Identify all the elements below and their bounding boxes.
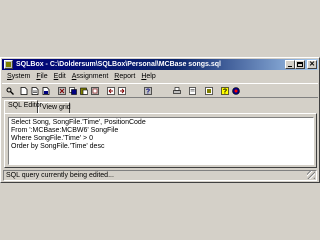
move-right-icon (118, 87, 126, 95)
sql-line: Order by SongFile.'Time' desc (11, 143, 105, 150)
sql-line: From ':MCBase:MCBW6' SongFile (11, 127, 119, 134)
move-right-button[interactable] (117, 86, 127, 96)
sql-editor-textarea[interactable]: Select Song, SongFile.'Time', PositionCo… (8, 117, 314, 165)
toolbar: ? ? (2, 83, 318, 98)
cut-button[interactable] (57, 86, 67, 96)
tab-panel: Select Song, SongFile.'Time', PositionCo… (4, 113, 317, 168)
maximize-button[interactable] (295, 60, 305, 69)
close-icon: ✕ (309, 61, 315, 68)
new-button[interactable] (19, 86, 29, 96)
find-button[interactable] (5, 86, 15, 96)
about-button[interactable] (231, 86, 241, 96)
menu-assignment[interactable]: Assignment (69, 72, 112, 82)
cut-icon (58, 87, 66, 95)
help-search-icon: ? (144, 87, 152, 95)
close-button[interactable]: ✕ (307, 60, 317, 69)
paste-button[interactable] (79, 86, 89, 96)
copy-icon (69, 87, 77, 95)
tab-view-grid[interactable]: View grid (38, 102, 71, 113)
print-button[interactable] (172, 86, 182, 96)
app-icon[interactable] (4, 60, 13, 69)
new-document-icon (20, 87, 28, 95)
menu-edit[interactable]: Edit (51, 72, 69, 82)
tab-sql-editor[interactable]: SQL Editor (4, 100, 42, 113)
open-document-icon (31, 87, 39, 95)
save-button[interactable] (41, 86, 51, 96)
print-preview-icon (189, 87, 196, 95)
sql-line: Where SongFile.'Time' > 0 (11, 135, 93, 142)
help-search-button[interactable]: ? (143, 86, 153, 96)
copy-button[interactable] (68, 86, 78, 96)
export-button[interactable] (204, 86, 214, 96)
clipboard-icon (91, 87, 99, 95)
sql-line: Select Song, SongFile.'Time', PositionCo… (11, 119, 146, 126)
print-icon (173, 87, 181, 94)
minimize-icon (288, 66, 292, 67)
find-icon (6, 87, 14, 95)
about-icon (232, 87, 240, 95)
svg-text:?: ? (146, 89, 150, 96)
move-left-icon (107, 87, 115, 95)
svg-text:?: ? (223, 89, 227, 96)
menu-report[interactable]: Report (111, 72, 138, 82)
sqlbox-window: SQLBox - C:\Doldersum\SQLBox\Personal\MC… (0, 57, 320, 183)
help-button[interactable]: ? (220, 86, 230, 96)
minimize-button[interactable] (285, 60, 295, 69)
maximize-icon (297, 62, 303, 67)
move-left-button[interactable] (106, 86, 116, 96)
print-preview-button[interactable] (188, 86, 198, 96)
menu-system[interactable]: System (4, 72, 33, 82)
status-text: SQL query currently being edited... (6, 172, 114, 179)
clipboard-button[interactable] (90, 86, 100, 96)
status-bar: SQL query currently being edited... (3, 170, 317, 181)
title-bar[interactable]: SQLBox - C:\Doldersum\SQLBox\Personal\MC… (2, 59, 318, 70)
resize-grip[interactable] (307, 171, 315, 179)
paste-icon (80, 87, 88, 95)
export-icon (205, 87, 213, 95)
menu-file[interactable]: File (33, 72, 50, 82)
window-title: SQLBox - C:\Doldersum\SQLBox\Personal\MC… (16, 61, 221, 68)
menu-help[interactable]: Help (138, 72, 158, 82)
save-document-icon (42, 87, 50, 95)
help-icon: ? (221, 87, 229, 95)
menu-bar: System File Edit Assignment Report Help (4, 72, 159, 82)
open-button[interactable] (30, 86, 40, 96)
